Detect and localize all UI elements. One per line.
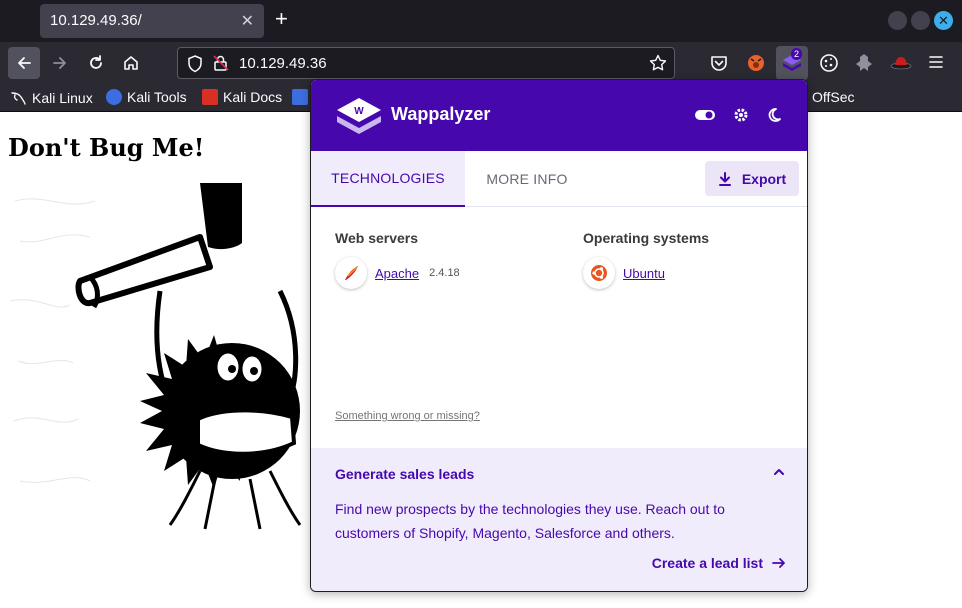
maximize-button[interactable] — [911, 11, 930, 30]
kali-dragon-icon — [11, 92, 26, 105]
download-icon — [718, 171, 731, 186]
tech-item-ubuntu: Ubuntu — [583, 257, 665, 289]
wappalyzer-logo-icon: W — [337, 98, 381, 134]
arrow-left-icon — [18, 57, 31, 69]
wappalyzer-popup: W Wappalyzer TECHNOLOGIES MORE INFO Expo… — [310, 79, 808, 592]
bookmark-label: Kali Linux — [32, 89, 93, 106]
wappalyzer-title: Wappalyzer — [391, 104, 491, 124]
tech-item-apache: Apache 2.4.18 — [335, 257, 460, 289]
leads-title[interactable]: Generate sales leads — [335, 466, 474, 482]
bookmark-offsec[interactable]: OffSec — [812, 89, 855, 105]
svg-text:W: W — [354, 106, 364, 117]
bookmark-star-icon[interactable] — [649, 54, 667, 72]
incognito-hat-icon[interactable] — [890, 56, 912, 70]
reload-icon — [90, 55, 102, 69]
bookmark-kali-docs[interactable]: Kali Docs — [202, 89, 282, 105]
category-title-operating-systems: Operating systems — [583, 230, 710, 246]
tech-link-apache[interactable]: Apache — [375, 266, 419, 281]
foxyproxy-icon[interactable] — [746, 53, 766, 73]
arrow-right-icon — [53, 57, 66, 69]
extension-puzzle-icon[interactable] — [855, 53, 873, 73]
insecure-lock-icon[interactable] — [212, 54, 230, 72]
settings-gear-icon[interactable] — [733, 107, 749, 123]
leads-description: Find new prospects by the technologies t… — [335, 501, 725, 541]
extension-badge: 2 — [791, 48, 803, 60]
create-lead-list-label: Create a lead list — [651, 555, 763, 571]
window-close-button[interactable]: ✕ — [934, 11, 953, 30]
minimize-button[interactable] — [888, 11, 907, 30]
url-bar[interactable]: 10.129.49.36 — [177, 47, 675, 79]
cookie-icon[interactable] — [819, 53, 839, 73]
reload-button[interactable] — [80, 47, 112, 79]
apache-feather-icon — [335, 257, 367, 289]
ubuntu-icon — [583, 257, 615, 289]
hamburger-menu-icon[interactable] — [928, 54, 944, 70]
bookmark-kali-tools[interactable]: Kali Tools — [106, 89, 187, 105]
arrow-right-icon — [772, 558, 785, 568]
navigation-bar: 10.129.49.36 2 — [0, 42, 962, 84]
pocket-icon[interactable] — [710, 54, 728, 72]
export-button[interactable]: Export — [705, 161, 799, 196]
kali-tools-icon — [106, 89, 122, 105]
something-wrong-link[interactable]: Something wrong or missing? — [335, 410, 480, 422]
new-tab-button[interactable]: + — [275, 8, 288, 30]
bookmark-kali-linux[interactable]: Kali Linux — [10, 89, 93, 106]
wappalyzer-header: W Wappalyzer — [311, 80, 807, 151]
forward-button[interactable] — [44, 47, 76, 79]
wappalyzer-extension-button[interactable]: 2 — [776, 46, 808, 80]
tab-close-icon[interactable]: ✕ — [241, 11, 254, 31]
bookmark-label: Kali Docs — [223, 89, 283, 105]
export-label: Export — [741, 170, 787, 187]
back-button[interactable] — [8, 47, 40, 79]
bookmark-icon — [292, 89, 308, 105]
url-text: 10.129.49.36 — [239, 55, 327, 72]
bookmark-label: OffSec — [812, 89, 855, 105]
tech-version: 2.4.18 — [429, 267, 460, 279]
shield-icon[interactable] — [187, 55, 203, 73]
home-icon — [124, 56, 138, 70]
tab-bar: 10.129.49.36/ ✕ + ✕ — [0, 0, 962, 42]
tab-more-info[interactable]: MORE INFO — [471, 151, 583, 207]
wappalyzer-tabs: TECHNOLOGIES MORE INFO Export — [311, 151, 807, 207]
category-title-web-servers: Web servers — [335, 230, 419, 246]
home-button[interactable] — [115, 47, 147, 79]
kali-docs-icon — [202, 89, 218, 105]
page-heading: Don't Bug Me! — [8, 133, 205, 162]
browser-tab[interactable]: 10.129.49.36/ ✕ — [40, 4, 264, 38]
bug-cartoon-image — [10, 183, 302, 530]
tech-link-ubuntu[interactable]: Ubuntu — [623, 266, 665, 281]
tab-technologies[interactable]: TECHNOLOGIES — [311, 151, 465, 207]
toggle-switch-icon[interactable] — [694, 108, 716, 122]
create-lead-list-link[interactable]: Create a lead list — [652, 555, 787, 571]
chevron-up-icon[interactable] — [771, 464, 787, 480]
tab-title: 10.129.49.36/ — [50, 12, 142, 29]
bookmark-hidden[interactable] — [292, 89, 308, 105]
dark-mode-moon-icon[interactable] — [766, 107, 782, 123]
sales-leads-panel: Generate sales leads Find new prospects … — [311, 448, 807, 591]
bookmark-label: Kali Tools — [127, 89, 187, 105]
